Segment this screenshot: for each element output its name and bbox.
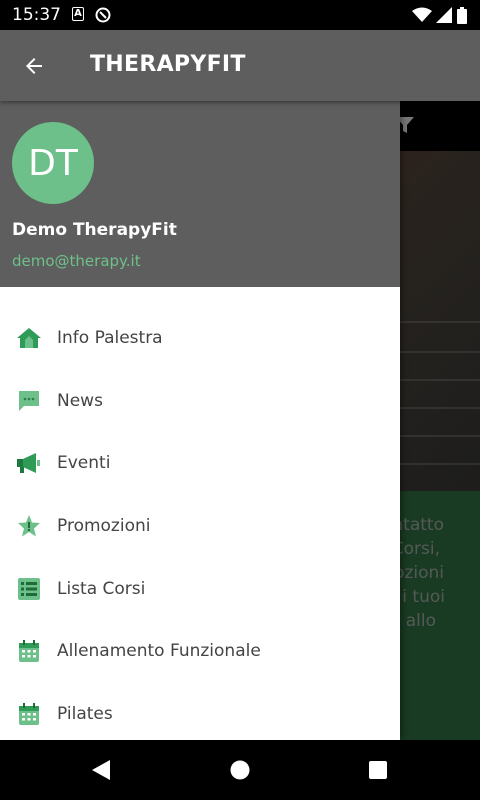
nav-recents-button[interactable] — [367, 758, 389, 786]
triangle-back-icon — [92, 760, 110, 780]
user-name: Demo TherapyFit — [12, 220, 177, 240]
menu-item-lista-corsi[interactable]: Lista Corsi — [0, 557, 400, 620]
battery-icon — [457, 7, 467, 28]
menu-item-allenamento-funzionale[interactable]: Allenamento Funzionale — [0, 620, 400, 683]
back-button[interactable] — [14, 46, 54, 86]
app-title: THERAPYFIT — [90, 52, 246, 77]
menu-item-news[interactable]: News — [0, 370, 400, 433]
menu-item-eventi[interactable]: Eventi — [0, 432, 400, 495]
megaphone-icon — [16, 450, 42, 476]
circle-home-icon — [230, 760, 250, 780]
calendar-icon — [16, 701, 42, 727]
drawer-header: DT Demo TherapyFit demo@therapy.it — [0, 101, 400, 287]
status-time: 15:37 — [12, 5, 61, 25]
system-nav-bar — [0, 740, 480, 800]
app-bar: THERAPYFIT — [0, 30, 480, 101]
sync-notification-icon — [95, 7, 111, 27]
signal-icon — [436, 7, 452, 27]
menu-item-pilates[interactable]: Pilates — [0, 683, 400, 740]
menu-item-label: Lista Corsi — [57, 578, 146, 599]
home-icon — [16, 325, 42, 351]
nav-back-button[interactable] — [90, 758, 112, 786]
chat-bubble-icon — [16, 388, 42, 414]
menu-item-label: News — [57, 390, 103, 411]
menu-item-label: Pilates — [57, 703, 113, 724]
list-icon — [16, 576, 42, 602]
square-recents-icon — [369, 761, 387, 779]
calendar-icon — [16, 638, 42, 664]
wifi-icon — [412, 7, 432, 27]
menu-item-info-palestra[interactable]: Info Palestra — [0, 307, 400, 370]
navigation-drawer: DT Demo TherapyFit demo@therapy.it Info … — [0, 101, 400, 740]
star-badge-icon — [16, 513, 42, 539]
a-notification-icon: A — [72, 7, 84, 21]
drawer-menu: Info Palestra News Eventi Promozioni Lis… — [0, 307, 400, 740]
menu-item-promozioni[interactable]: Promozioni — [0, 495, 400, 558]
menu-item-label: Allenamento Funzionale — [57, 641, 261, 662]
menu-item-label: Promozioni — [57, 516, 151, 537]
user-email: demo@therapy.it — [12, 252, 141, 270]
nav-home-button[interactable] — [229, 758, 251, 786]
avatar[interactable]: DT — [12, 122, 94, 204]
status-bar: 15:37 A — [0, 0, 480, 30]
menu-item-label: Eventi — [57, 453, 111, 474]
menu-item-label: Info Palestra — [57, 328, 163, 349]
arrow-left-icon — [26, 58, 42, 74]
